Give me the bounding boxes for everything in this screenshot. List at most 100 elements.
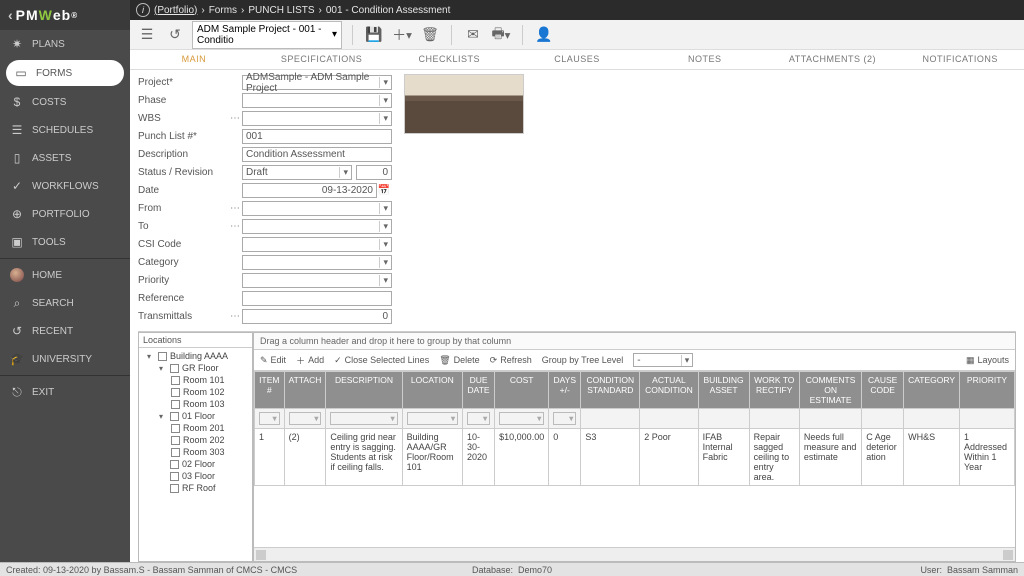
- checkbox[interactable]: [171, 388, 180, 397]
- nav-portfolio[interactable]: ⊕PORTFOLIO: [0, 200, 130, 228]
- tree-room-202[interactable]: Room 202: [141, 434, 250, 446]
- col-actual[interactable]: ACTUAL CONDITION: [640, 372, 698, 409]
- checkbox[interactable]: [171, 400, 180, 409]
- horizontal-scrollbar[interactable]: [254, 547, 1015, 561]
- record-dropdown[interactable]: ADM Sample Project - 001 - Conditio▾: [192, 21, 342, 49]
- nav-university[interactable]: 🎓UNIVERSITY: [0, 345, 130, 373]
- tab-specifications[interactable]: SPECIFICATIONS: [258, 50, 386, 69]
- checkbox[interactable]: [170, 412, 179, 421]
- nav-workflows[interactable]: ✓WORKFLOWS: [0, 172, 130, 200]
- photo-thumbnail[interactable]: [404, 74, 524, 134]
- priority-dropdown[interactable]: ▾: [242, 273, 392, 288]
- tab-attachments[interactable]: ATTACHMENTS (2): [769, 50, 897, 69]
- tree-room-103[interactable]: Room 103: [141, 398, 250, 410]
- phase-dropdown[interactable]: ▾: [242, 93, 392, 108]
- filter-desc[interactable]: ▾: [330, 412, 397, 425]
- col-work[interactable]: WORK TO RECTIFY: [749, 372, 799, 409]
- nav-schedules[interactable]: ☰SCHEDULES: [0, 116, 130, 144]
- tree-room-201[interactable]: Room 201: [141, 422, 250, 434]
- tree-03-floor[interactable]: 03 Floor: [141, 470, 250, 482]
- save-icon[interactable]: 💾: [363, 24, 385, 46]
- crumb-portfolio[interactable]: (Portfolio): [154, 5, 197, 16]
- col-attach[interactable]: ATTACH: [284, 372, 326, 409]
- col-loc[interactable]: LOCATION: [402, 372, 462, 409]
- back-chevron-icon[interactable]: ‹: [8, 7, 14, 23]
- revision-input[interactable]: 0: [356, 165, 392, 180]
- checkbox[interactable]: [170, 460, 179, 469]
- calendar-icon[interactable]: 📅: [377, 185, 391, 196]
- ellipsis-icon[interactable]: ⋯: [228, 311, 242, 322]
- filter-days[interactable]: ▾: [553, 412, 576, 425]
- status-dropdown[interactable]: Draft▾: [242, 165, 352, 180]
- tab-checklists[interactable]: CHECKLISTS: [385, 50, 513, 69]
- col-due[interactable]: DUE DATE: [463, 372, 495, 409]
- grid-delete[interactable]: 🗑Delete: [439, 355, 479, 366]
- grid-layouts[interactable]: ▦Layouts: [966, 355, 1009, 366]
- table-row[interactable]: 1 (2) Ceiling grid near entry is sagging…: [255, 429, 1015, 486]
- tree-01-floor[interactable]: ▾01 Floor: [141, 410, 250, 422]
- date-input[interactable]: 09-13-2020: [242, 183, 377, 198]
- filter-cost[interactable]: ▾: [499, 412, 544, 425]
- checkbox[interactable]: [170, 484, 179, 493]
- checkbox[interactable]: [171, 436, 180, 445]
- col-days[interactable]: DAYS +/-: [549, 372, 581, 409]
- nav-exit[interactable]: ⎋EXIT: [0, 378, 130, 406]
- col-comments[interactable]: COMMENTS ON ESTIMATE: [799, 372, 861, 409]
- tree-02-floor[interactable]: 02 Floor: [141, 458, 250, 470]
- checkbox[interactable]: [158, 352, 167, 361]
- col-desc[interactable]: DESCRIPTION: [326, 372, 402, 409]
- user-icon[interactable]: 👤: [533, 24, 555, 46]
- filter-item[interactable]: ▾: [259, 412, 280, 425]
- nav-assets[interactable]: ▯ASSETS: [0, 144, 130, 172]
- crumb-forms[interactable]: Forms: [209, 5, 237, 16]
- col-std[interactable]: CONDITION STANDARD: [581, 372, 640, 409]
- transmittals-input[interactable]: 0: [242, 309, 392, 324]
- tree-gr-floor[interactable]: ▾GR Floor: [141, 362, 250, 374]
- ellipsis-icon[interactable]: ⋯: [228, 203, 242, 214]
- filter-loc[interactable]: ▾: [407, 412, 458, 425]
- wbs-dropdown[interactable]: ▾: [242, 111, 392, 126]
- tree-rf-roof[interactable]: RF Roof: [141, 482, 250, 494]
- checkbox[interactable]: [171, 424, 180, 433]
- filter-attach[interactable]: ▾: [289, 412, 322, 425]
- checkbox[interactable]: [170, 364, 179, 373]
- col-asset[interactable]: BUILDING ASSET: [698, 372, 749, 409]
- to-dropdown[interactable]: ▾: [242, 219, 392, 234]
- col-cost[interactable]: COST: [495, 372, 549, 409]
- nav-costs[interactable]: $COSTS: [0, 88, 130, 116]
- tree-room-101[interactable]: Room 101: [141, 374, 250, 386]
- col-cause[interactable]: CAUSE CODE: [862, 372, 904, 409]
- category-dropdown[interactable]: ▾: [242, 255, 392, 270]
- group-by-area[interactable]: Drag a column header and drop it here to…: [254, 333, 1015, 350]
- grid-close-lines[interactable]: ✓Close Selected Lines: [334, 355, 429, 366]
- ellipsis-icon[interactable]: ⋯: [228, 113, 242, 124]
- menu-icon[interactable]: ☰: [136, 24, 158, 46]
- nav-home[interactable]: HOME: [0, 261, 130, 289]
- col-item[interactable]: ITEM #: [255, 372, 285, 409]
- nav-tools[interactable]: ▣TOOLS: [0, 228, 130, 256]
- tab-main[interactable]: MAIN: [130, 50, 258, 69]
- project-dropdown[interactable]: ADMSample - ADM Sample Project▾: [242, 75, 392, 90]
- mail-icon[interactable]: ✉: [462, 24, 484, 46]
- csi-dropdown[interactable]: ▾: [242, 237, 392, 252]
- row-attachments[interactable]: (2): [284, 429, 326, 486]
- history-icon[interactable]: ↺: [164, 24, 186, 46]
- groupby-dropdown[interactable]: -▾: [633, 353, 693, 367]
- checkbox[interactable]: [171, 376, 180, 385]
- print-icon[interactable]: 🖶▾: [490, 24, 512, 46]
- ellipsis-icon[interactable]: ⋯: [228, 221, 242, 232]
- tab-clauses[interactable]: CLAUSES: [513, 50, 641, 69]
- tab-notes[interactable]: NOTES: [641, 50, 769, 69]
- grid-refresh[interactable]: ⟳Refresh: [490, 355, 532, 366]
- nav-forms[interactable]: ▭FORMS: [6, 60, 124, 86]
- nav-plans[interactable]: ✷PLANS: [0, 30, 130, 58]
- col-pri[interactable]: PRIORITY: [960, 372, 1015, 409]
- info-icon[interactable]: i: [136, 3, 150, 17]
- filter-due[interactable]: ▾: [467, 412, 490, 425]
- grid-add[interactable]: ＋Add: [296, 354, 324, 367]
- tree-room-102[interactable]: Room 102: [141, 386, 250, 398]
- nav-search[interactable]: ⌕SEARCH: [0, 289, 130, 317]
- punchlist-input[interactable]: 001: [242, 129, 392, 144]
- checkbox[interactable]: [170, 472, 179, 481]
- checkbox[interactable]: [171, 448, 180, 457]
